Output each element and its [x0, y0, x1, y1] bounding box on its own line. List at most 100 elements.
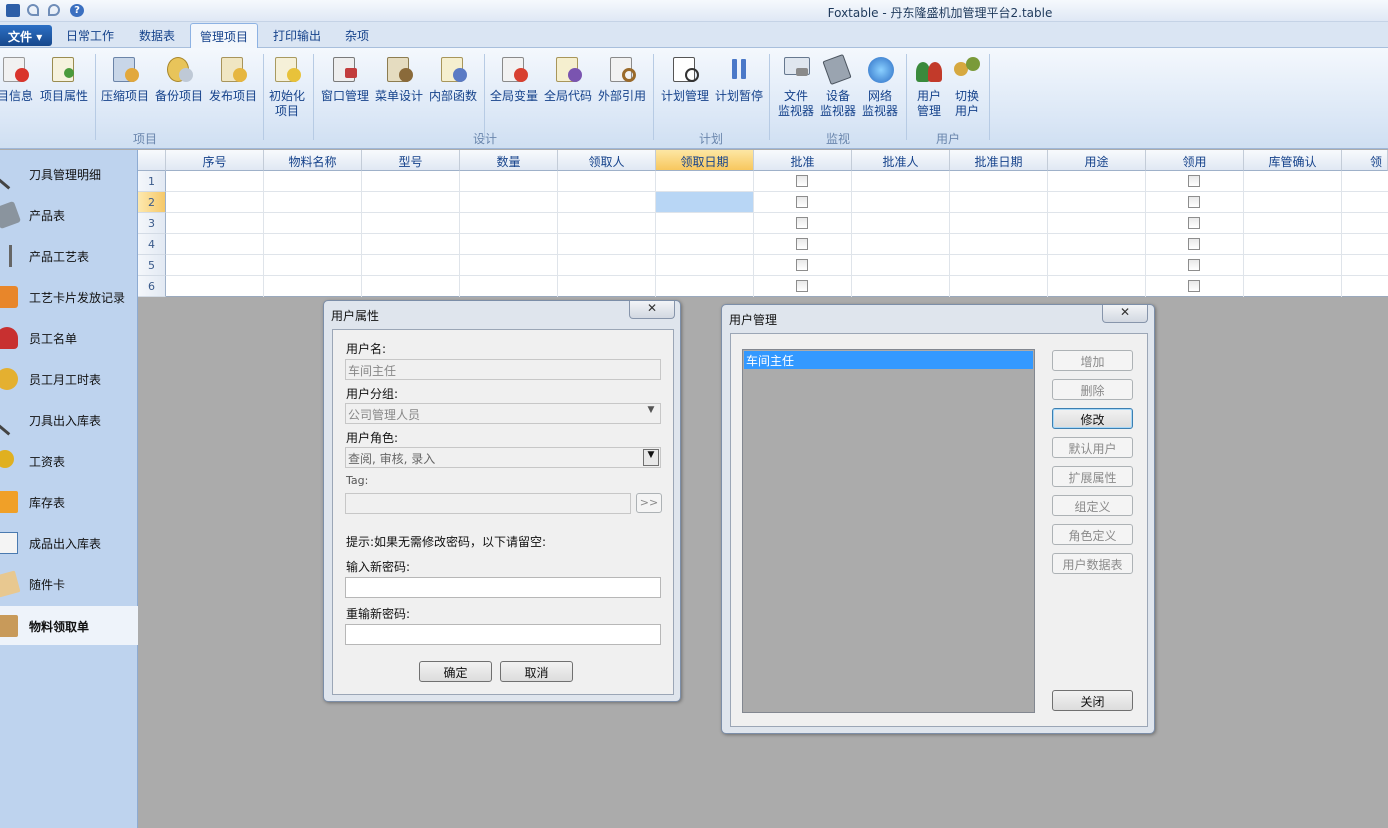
chevron-down-icon[interactable]: ▼: [643, 405, 659, 422]
approve-checkbox[interactable]: [796, 259, 808, 271]
chevron-down-icon[interactable]: ▼: [643, 449, 659, 466]
internal-functions-button[interactable]: 内部函数: [426, 52, 480, 104]
sidebar-item-salary[interactable]: 工资表: [0, 441, 138, 480]
backup-project-button[interactable]: 备份项目: [153, 52, 205, 104]
user-data-table-button[interactable]: 用户数据表: [1052, 553, 1133, 574]
tab-misc[interactable]: 杂项: [345, 27, 369, 44]
close-dialog-button[interactable]: 关闭: [1052, 690, 1133, 711]
menu-design-button[interactable]: 菜单设计: [372, 52, 426, 104]
user-management-icon: [913, 54, 945, 86]
approve-checkbox[interactable]: [796, 280, 808, 292]
initialize-project-button[interactable]: 初始化 项目: [266, 52, 308, 119]
global-variables-button[interactable]: 全局变量: [487, 52, 541, 104]
edit-user-button[interactable]: 修改: [1052, 408, 1133, 429]
column-header[interactable]: 库管确认: [1244, 150, 1342, 171]
tab-manage-project[interactable]: 管理项目: [190, 23, 259, 49]
column-header[interactable]: 物料名称: [264, 150, 362, 171]
tab-daily-work[interactable]: 日常工作: [66, 27, 114, 44]
row-header[interactable]: 6: [138, 276, 166, 297]
column-header[interactable]: 领取人: [558, 150, 656, 171]
sidebar-item-tag-card[interactable]: 随件卡: [0, 564, 138, 603]
column-header[interactable]: 批准日期: [950, 150, 1048, 171]
column-header-active[interactable]: 领取日期: [656, 150, 754, 171]
row-header[interactable]: 5: [138, 255, 166, 276]
column-header[interactable]: 批准: [754, 150, 852, 171]
received-checkbox[interactable]: [1188, 280, 1200, 292]
file-monitor-button[interactable]: 文件 监视器: [774, 52, 818, 119]
save-icon[interactable]: [6, 4, 20, 17]
close-button[interactable]: ✕: [1102, 305, 1148, 323]
redo-icon[interactable]: [48, 4, 60, 16]
received-checkbox[interactable]: [1188, 217, 1200, 229]
approve-checkbox[interactable]: [796, 217, 808, 229]
extended-properties-button[interactable]: 扩展属性: [1052, 466, 1133, 487]
network-monitor-button[interactable]: 网络 监视器: [858, 52, 902, 119]
project-info-button[interactable]: 目信息: [0, 52, 34, 104]
sidebar-item-process-card[interactable]: 工艺卡片发放记录: [0, 277, 138, 316]
external-references-button[interactable]: 外部引用: [595, 52, 649, 104]
grid-corner[interactable]: [138, 150, 166, 171]
sidebar-item-tool-details[interactable]: 刀具管理明细: [0, 154, 138, 193]
sidebar-item-employees[interactable]: 员工名单: [0, 318, 138, 357]
column-header[interactable]: 数量: [460, 150, 558, 171]
column-header[interactable]: 领用: [1146, 150, 1244, 171]
group-definition-button[interactable]: 组定义: [1052, 495, 1133, 516]
sidebar-item-tool-inout[interactable]: 刀具出入库表: [0, 400, 138, 439]
user-management-button[interactable]: 用户 管理: [909, 52, 949, 119]
column-header[interactable]: 批准人: [852, 150, 950, 171]
role-select[interactable]: 查阅, 审核, 录入 ▼: [345, 447, 661, 468]
role-definition-button[interactable]: 角色定义: [1052, 524, 1133, 545]
schedule-manager-button[interactable]: 计划管理: [658, 52, 712, 104]
confirm-password-input[interactable]: [345, 624, 661, 645]
approve-checkbox[interactable]: [796, 196, 808, 208]
received-checkbox[interactable]: [1188, 175, 1200, 187]
compress-project-button[interactable]: 压缩项目: [99, 52, 151, 104]
approve-checkbox[interactable]: [796, 175, 808, 187]
pause-schedule-button[interactable]: 计划暂停: [712, 52, 766, 104]
received-checkbox[interactable]: [1188, 196, 1200, 208]
row-header[interactable]: 3: [138, 213, 166, 234]
publish-project-button[interactable]: 发布项目: [207, 52, 259, 104]
undo-icon[interactable]: [27, 4, 39, 16]
data-grid[interactable]: 序号 物料名称 型号 数量 领取人 领取日期 批准 批准人 批准日期 用途 领用…: [138, 150, 1388, 297]
approve-checkbox[interactable]: [796, 238, 808, 250]
sidebar-item-material-requisition[interactable]: 物料领取单: [0, 606, 138, 645]
switch-user-button[interactable]: 切换 用户: [947, 52, 987, 119]
help-icon[interactable]: ?: [70, 4, 84, 17]
row-header-current[interactable]: 2: [138, 192, 166, 213]
column-header[interactable]: 序号: [166, 150, 264, 171]
file-menu-button[interactable]: 文件 ▾: [0, 25, 52, 46]
sidebar-item-inventory[interactable]: 库存表: [0, 482, 138, 521]
device-monitor-button[interactable]: 设备 监视器: [816, 52, 860, 119]
tag-expand-button[interactable]: >>: [636, 493, 662, 513]
sidebar-item-monthly-hours[interactable]: 员工月工时表: [0, 359, 138, 398]
add-user-button[interactable]: 增加: [1052, 350, 1133, 371]
tab-data-tables[interactable]: 数据表: [139, 27, 175, 44]
tab-print-output[interactable]: 打印输出: [273, 27, 321, 44]
selected-cell[interactable]: [656, 192, 753, 212]
ok-button[interactable]: 确定: [419, 661, 492, 682]
received-checkbox[interactable]: [1188, 238, 1200, 250]
column-header[interactable]: 用途: [1048, 150, 1146, 171]
close-button[interactable]: ✕: [629, 301, 675, 319]
default-user-button[interactable]: 默认用户: [1052, 437, 1133, 458]
global-code-button[interactable]: 全局代码: [541, 52, 595, 104]
row-header[interactable]: 1: [138, 171, 166, 192]
delete-user-button[interactable]: 删除: [1052, 379, 1133, 400]
group-select[interactable]: 公司管理人员 ▼: [345, 403, 661, 424]
column-header[interactable]: 型号: [362, 150, 460, 171]
cancel-button[interactable]: 取消: [500, 661, 573, 682]
list-item-selected[interactable]: 车间主任: [744, 351, 1033, 369]
new-password-input[interactable]: [345, 577, 661, 598]
project-properties-button[interactable]: 项目属性: [38, 52, 90, 104]
column-header[interactable]: 领用: [1342, 150, 1388, 171]
row-header[interactable]: 4: [138, 234, 166, 255]
window-manager-button[interactable]: 窗口管理: [318, 52, 372, 104]
received-checkbox[interactable]: [1188, 259, 1200, 271]
user-list[interactable]: 车间主任: [742, 349, 1035, 713]
sidebar-item-finished-goods[interactable]: 成品出入库表: [0, 523, 138, 562]
sidebar-item-products[interactable]: 产品表: [0, 195, 138, 234]
username-field[interactable]: 车间主任: [345, 359, 661, 380]
sidebar-item-product-process[interactable]: 产品工艺表: [0, 236, 138, 275]
tag-field[interactable]: [345, 493, 631, 514]
